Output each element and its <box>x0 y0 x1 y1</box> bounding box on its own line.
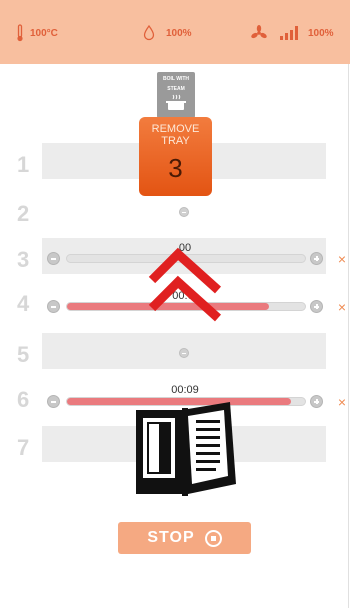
tray-row-2[interactable]: 2 <box>0 197 350 237</box>
increase-time-button[interactable] <box>310 252 323 265</box>
boil-with-steam-icon: BOIL WITH STEAM <box>157 72 195 118</box>
tray-number: 4 <box>17 291 30 316</box>
tray-timer: 00:09 <box>171 384 199 396</box>
remove-tray-alert: REMOVE TRAY 3 <box>139 117 212 196</box>
tray-number: 1 <box>17 152 30 177</box>
double-chevron-up-icon <box>148 247 222 322</box>
status-bar: 100°C 100% 100% <box>0 0 350 64</box>
tray-number: 3 <box>17 247 30 272</box>
decrease-time-button[interactable] <box>47 300 60 313</box>
pot-icon <box>166 94 186 110</box>
oven-screen: 100°C 100% 100% BOIL WITH STEAM 1 2 3 00… <box>0 0 350 608</box>
boil-label-line1: BOIL WITH <box>162 76 189 82</box>
stop-button-label: STOP <box>147 529 195 546</box>
boil-label-line2: STEAM <box>167 86 185 92</box>
tray-number: 5 <box>17 342 30 367</box>
fan-icon <box>250 25 268 41</box>
increase-time-button[interactable] <box>310 395 323 408</box>
temperature-status: 100°C <box>16 22 58 44</box>
remove-tray-label-line2: TRAY <box>161 135 190 147</box>
tray-slot-dot[interactable] <box>179 207 189 217</box>
open-oven-door-icon <box>136 402 236 496</box>
decrease-time-button[interactable] <box>47 395 60 408</box>
decrease-time-button[interactable] <box>47 252 60 265</box>
signal-bars-icon <box>280 26 300 40</box>
increase-time-button[interactable] <box>310 300 323 313</box>
cancel-tray-button[interactable]: × <box>335 300 349 314</box>
cancel-tray-button[interactable]: × <box>335 252 349 266</box>
remove-tray-label-line1: REMOVE <box>151 123 200 135</box>
tray-slot-dot[interactable] <box>179 348 189 358</box>
stop-button[interactable]: STOP <box>118 522 251 554</box>
humidity-value: 100% <box>166 27 192 39</box>
droplet-icon <box>143 25 155 41</box>
fan-status: 100% <box>250 22 334 44</box>
tray-number: 7 <box>17 435 30 460</box>
stop-icon <box>204 529 222 547</box>
humidity-status: 100% <box>143 22 192 44</box>
tray-row-5[interactable]: 5 <box>0 333 350 373</box>
fan-speed-value: 100% <box>308 27 334 39</box>
cancel-tray-button[interactable]: × <box>335 395 349 409</box>
temperature-value: 100°C <box>30 27 58 39</box>
tray-number: 2 <box>17 201 30 226</box>
remove-tray-number: 3 <box>168 153 183 183</box>
thermometer-icon <box>16 24 24 42</box>
tray-number: 6 <box>17 387 30 412</box>
